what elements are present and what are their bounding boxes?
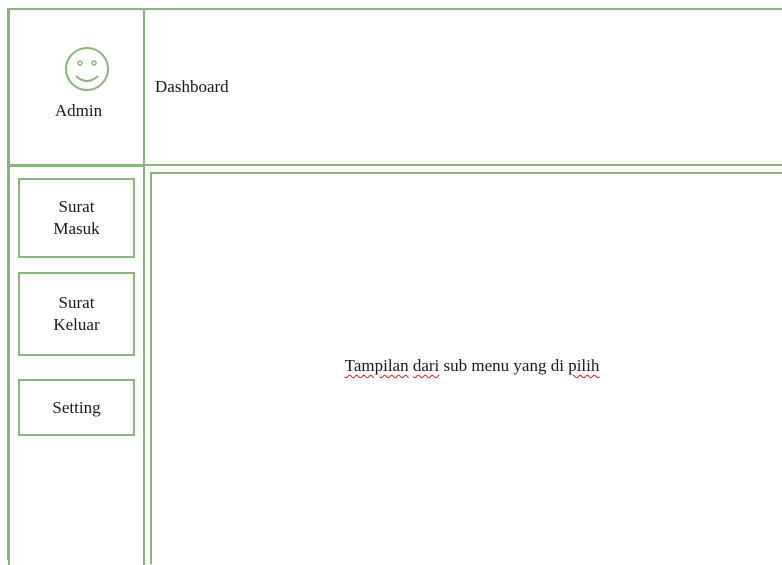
admin-label: Admin <box>54 101 103 120</box>
header-bar: Dashboard <box>143 8 782 166</box>
menu-setting-label: Setting <box>52 397 101 417</box>
content-area: Tampilan dari sub menu yang di pilih <box>150 172 782 564</box>
menu-surat-masuk-button[interactable]: Surat Masuk <box>18 178 135 258</box>
menu-surat-keluar-button[interactable]: Surat Keluar <box>18 272 135 356</box>
menu-surat-keluar-label: Surat Keluar <box>53 293 100 334</box>
menu-setting-button[interactable]: Setting <box>18 379 135 436</box>
profile-panel: Admin <box>8 8 145 166</box>
menu-surat-masuk-label: Surat Masuk <box>53 197 100 238</box>
smiley-icon <box>65 47 109 91</box>
content-placeholder-text: Tampilan dari sub menu yang di pilih <box>344 356 600 375</box>
page-title: Dashboard <box>155 77 229 96</box>
